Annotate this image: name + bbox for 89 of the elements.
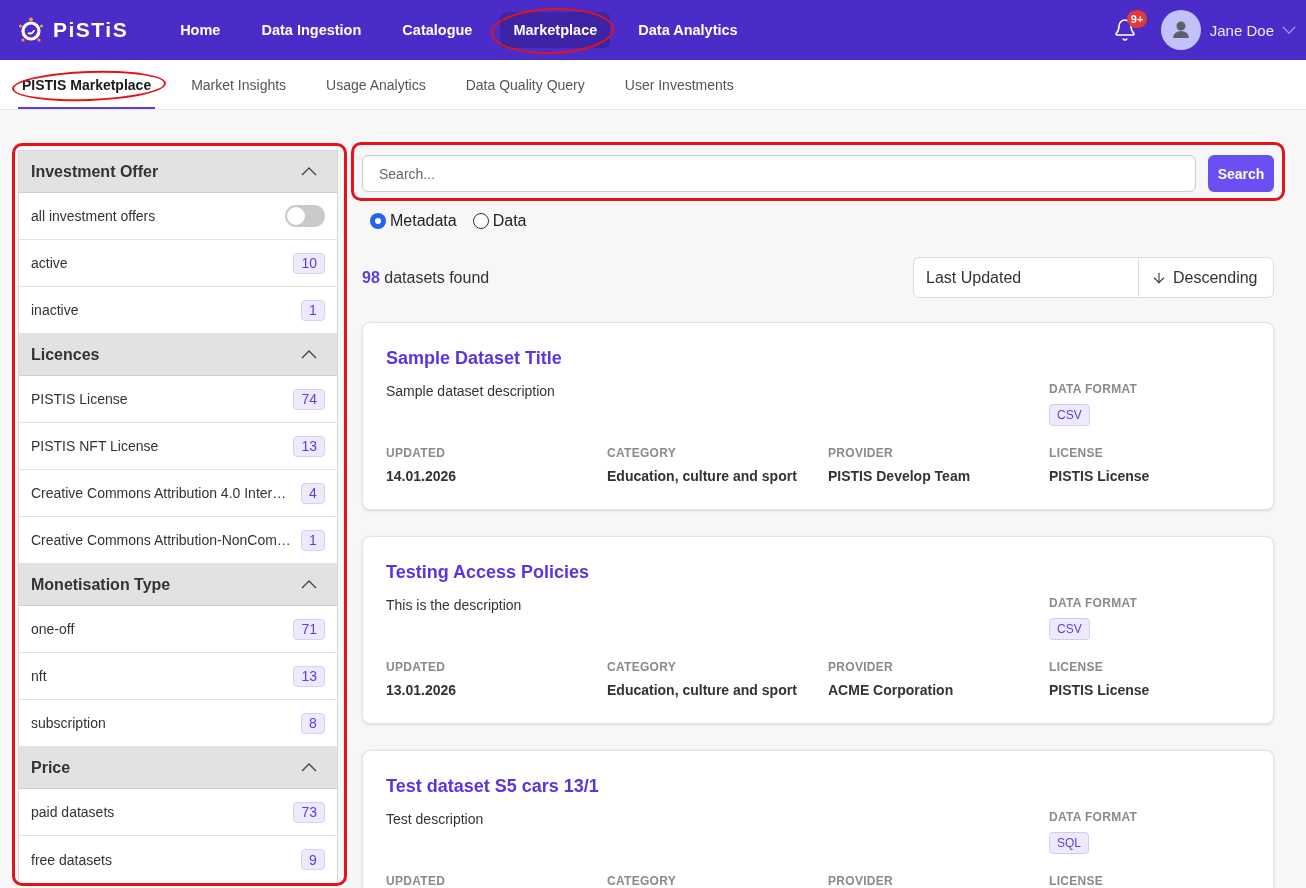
field-label: CATEGORY xyxy=(607,446,677,461)
chevron-up-icon[interactable] xyxy=(301,350,317,359)
filter-label[interactable]: paid datasets xyxy=(31,804,115,820)
user-name[interactable]: Jane Doe xyxy=(1209,21,1274,39)
sub-nav-tab[interactable]: Market Insights xyxy=(187,60,291,109)
radio-label[interactable]: Data xyxy=(492,212,527,230)
field-value: Education, culture and sport xyxy=(607,467,797,485)
sub-nav-tab[interactable]: Data Quality Query xyxy=(461,60,589,109)
nav-link[interactable]: Marketplace xyxy=(500,12,611,48)
nav-link[interactable]: Catalogue xyxy=(389,12,486,48)
field-label: DATA FORMAT xyxy=(1049,810,1138,825)
filter-label[interactable]: inactive xyxy=(31,302,79,318)
nav-link[interactable]: Data Ingestion xyxy=(248,12,375,48)
dataset-description: Sample dataset description xyxy=(386,382,556,401)
dataset-description: Test description xyxy=(386,810,485,829)
sub-nav-tab[interactable]: User Investments xyxy=(620,60,738,109)
count-badge: 8 xyxy=(301,712,325,734)
count-badge: 71 xyxy=(293,618,325,640)
logo-icon xyxy=(18,17,44,43)
field-value: PISTIS License xyxy=(1049,681,1150,699)
dataset-title[interactable]: Test dataset S5 cars 13/1 xyxy=(386,775,599,797)
field-label: DATA FORMAT xyxy=(1049,382,1138,397)
count-badge: 9 xyxy=(301,849,325,870)
chevron-down-icon[interactable] xyxy=(1282,26,1296,34)
dataset-title[interactable]: Testing Access Policies xyxy=(386,561,590,583)
count-badge: 10 xyxy=(293,252,325,274)
field-label: UPDATED xyxy=(386,874,446,888)
field-label: DATA FORMAT xyxy=(1049,596,1138,611)
search-button[interactable]: Search xyxy=(1208,155,1274,192)
filter-label[interactable]: PISTIS NFT License xyxy=(31,438,159,454)
count-badge: 74 xyxy=(293,388,325,410)
count-badge: 73 xyxy=(293,801,325,823)
format-tag: CSV xyxy=(1049,618,1090,640)
search-field[interactable]: Search... xyxy=(362,155,1196,192)
count-badge: 13 xyxy=(293,435,325,457)
field-value: Education, culture and sport xyxy=(607,681,797,699)
filter-label[interactable]: nft xyxy=(31,668,47,684)
field-value: ACME Corporation xyxy=(828,681,954,699)
filter-section-header[interactable]: Investment Offer xyxy=(19,151,337,193)
field-value: PISTIS Develop Team xyxy=(828,467,971,485)
field-label: UPDATED xyxy=(386,660,446,675)
dataset-title[interactable]: Sample Dataset Title xyxy=(386,347,562,369)
filter-label[interactable]: Creative Commons Attribution-NonCom… xyxy=(31,532,291,548)
count-badge: 1 xyxy=(301,299,325,321)
notification-badge: 9+ xyxy=(1126,10,1148,28)
field-label: LICENSE xyxy=(1049,660,1104,675)
results-count-text: 98 datasets found xyxy=(362,268,490,287)
logo-text: PiSTiS xyxy=(53,18,129,42)
avatar-icon[interactable] xyxy=(1160,10,1201,50)
field-label: CATEGORY xyxy=(607,874,677,888)
field-value: PISTIS License xyxy=(1049,467,1150,485)
field-value: 13.01.2026 xyxy=(386,681,457,699)
filter-section-header[interactable]: Licences xyxy=(19,334,337,376)
filter-section-header[interactable]: Price xyxy=(19,747,337,789)
field-label: UPDATED xyxy=(386,446,446,461)
radio-label[interactable]: Metadata xyxy=(390,212,457,230)
sort-order-button[interactable]: Descending xyxy=(1139,258,1273,297)
sub-nav-tab[interactable]: Usage Analytics xyxy=(322,60,430,109)
radio-button[interactable] xyxy=(472,213,489,229)
chevron-up-icon[interactable] xyxy=(301,763,317,772)
chevron-up-icon[interactable] xyxy=(301,167,317,176)
field-label: LICENSE xyxy=(1049,874,1104,888)
filter-label[interactable]: active xyxy=(31,255,68,271)
field-label: PROVIDER xyxy=(828,446,894,461)
filter-label[interactable]: one-off xyxy=(31,621,75,637)
toggle-switch[interactable] xyxy=(285,205,325,227)
filter-label[interactable]: PISTIS License xyxy=(31,391,128,407)
format-tag: SQL xyxy=(1049,832,1089,854)
sort-field-select[interactable]: Last Updated xyxy=(914,258,1139,297)
filter-section-header[interactable]: Monetisation Type xyxy=(19,564,337,606)
dataset-description: This is the description xyxy=(386,596,523,615)
filter-label[interactable]: subscription xyxy=(31,715,106,731)
filter-label[interactable]: free datasets xyxy=(31,851,112,868)
chevron-up-icon[interactable] xyxy=(301,580,317,589)
format-tag: CSV xyxy=(1049,404,1090,426)
field-label: CATEGORY xyxy=(607,660,677,675)
radio-button[interactable] xyxy=(370,213,386,229)
field-label: PROVIDER xyxy=(828,874,894,888)
count-badge: 4 xyxy=(301,482,325,504)
field-label: PROVIDER xyxy=(828,660,894,675)
sub-nav-tab[interactable]: PISTIS Marketplace xyxy=(18,60,156,109)
count-badge: 13 xyxy=(293,665,325,687)
count-badge: 1 xyxy=(301,529,325,551)
nav-link[interactable]: Home xyxy=(167,12,234,48)
field-value: 14.01.2026 xyxy=(386,467,457,485)
nav-link[interactable]: Data Analytics xyxy=(625,12,751,48)
filter-label[interactable]: Creative Commons Attribution 4.0 Inter… xyxy=(31,485,287,501)
field-label: LICENSE xyxy=(1049,446,1104,461)
filter-label[interactable]: all investment offers xyxy=(31,208,156,224)
